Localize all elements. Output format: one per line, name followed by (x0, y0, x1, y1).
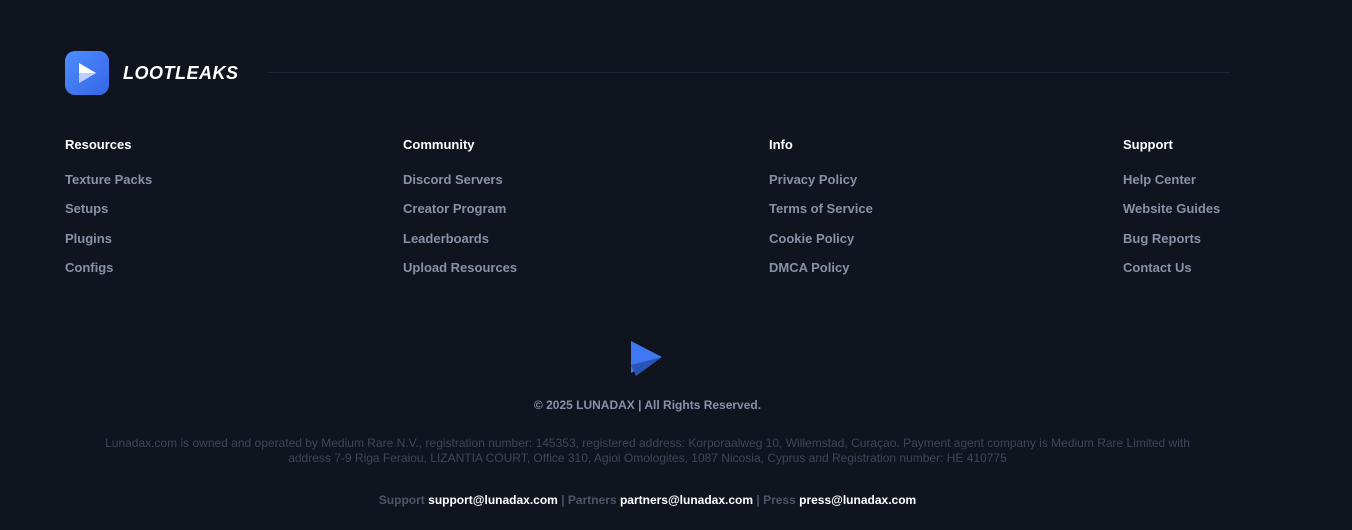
footer-link-cookie-policy[interactable]: Cookie Policy (769, 231, 873, 247)
press-email-link[interactable]: press@lunadax.com (799, 493, 916, 507)
partners-email-link[interactable]: partners@lunadax.com (620, 493, 753, 507)
footer-link-terms-of-service[interactable]: Terms of Service (769, 201, 873, 217)
footer-link-upload-resources[interactable]: Upload Resources (403, 260, 517, 276)
support-email-link[interactable]: support@lunadax.com (428, 493, 558, 507)
column-title: Support (1123, 137, 1173, 152)
footer-link-privacy-policy[interactable]: Privacy Policy (769, 172, 873, 188)
legal-disclaimer: Lunadax.com is owned and operated by Med… (70, 436, 1225, 466)
footer-link-texture-packs[interactable]: Texture Packs (65, 172, 152, 188)
column-title: Community (403, 137, 475, 152)
footer-logo-icon (628, 339, 664, 377)
footer-link-dmca-policy[interactable]: DMCA Policy (769, 260, 873, 276)
separator: | (561, 493, 565, 507)
footer-column-community: Community Discord Servers Creator Progra… (403, 137, 517, 290)
contact-emails: Support support@lunadax.com | Partners p… (0, 493, 1295, 508)
brand-name[interactable]: LOOTLEAKS (123, 63, 239, 84)
footer-column-resources: Resources Texture Packs Setups Plugins C… (65, 137, 152, 290)
footer-link-bug-reports[interactable]: Bug Reports (1123, 231, 1220, 247)
partners-label: Partners (567, 493, 617, 507)
column-title: Resources (65, 137, 132, 152)
brand-divider (267, 72, 1230, 73)
support-label: Support (378, 493, 425, 507)
site-footer: LOOTLEAKS Resources Texture Packs Setups… (0, 0, 1352, 530)
footer-link-setups[interactable]: Setups (65, 201, 152, 217)
column-title: Info (769, 137, 793, 152)
footer-column-info: Info Privacy Policy Terms of Service Coo… (769, 137, 873, 290)
footer-column-support: Support Help Center Website Guides Bug R… (1123, 137, 1220, 290)
copyright-text: © 2025 LUNADAX | All Rights Reserved. (533, 398, 762, 412)
brand[interactable]: LOOTLEAKS (65, 51, 239, 95)
footer-link-discord-servers[interactable]: Discord Servers (403, 172, 517, 188)
separator: | (756, 493, 760, 507)
footer-link-website-guides[interactable]: Website Guides (1123, 201, 1220, 217)
footer-link-configs[interactable]: Configs (65, 260, 152, 276)
brand-logo-icon[interactable] (65, 51, 109, 95)
footer-link-plugins[interactable]: Plugins (65, 231, 152, 247)
footer-link-creator-program[interactable]: Creator Program (403, 201, 517, 217)
footer-link-contact-us[interactable]: Contact Us (1123, 260, 1220, 276)
press-label: Press (763, 493, 796, 507)
footer-link-help-center[interactable]: Help Center (1123, 172, 1220, 188)
legal-line-1: Lunadax.com is owned and operated by Med… (105, 436, 1190, 450)
legal-line-2: address 7-9 Riga Feraiou, LIZANTIA COURT… (288, 451, 1007, 465)
footer-link-leaderboards[interactable]: Leaderboards (403, 231, 517, 247)
